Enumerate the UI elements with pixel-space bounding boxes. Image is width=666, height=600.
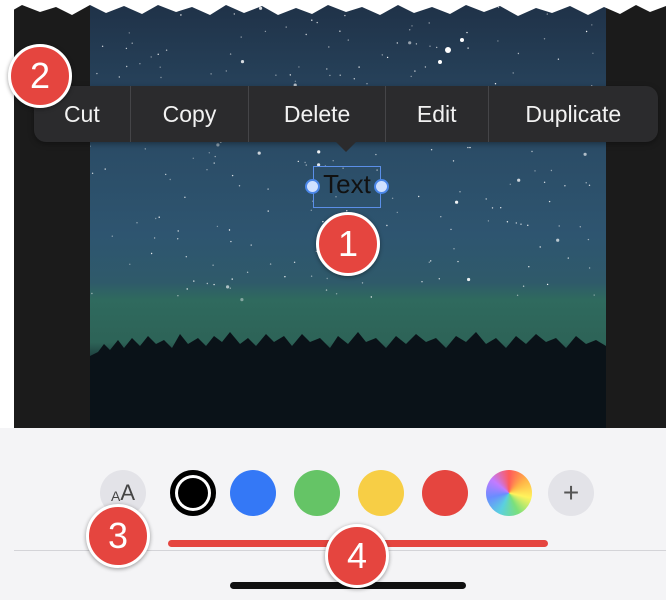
edit-button[interactable]: Edit [386, 86, 489, 142]
badge-1: 1 [316, 212, 380, 276]
callout-menu: Cut Copy Delete Edit Duplicate [34, 86, 658, 142]
color-picker-multicolor[interactable] [486, 470, 532, 516]
resize-handle-left[interactable] [305, 179, 320, 194]
color-swatch-blue[interactable] [230, 470, 276, 516]
color-swatch-yellow[interactable] [358, 470, 404, 516]
badge-2: 2 [8, 44, 72, 108]
copy-button[interactable]: Copy [131, 86, 250, 142]
badge-4: 4 [325, 524, 389, 588]
text-annotation-box[interactable]: Text [305, 166, 389, 208]
resize-handle-right[interactable] [374, 179, 389, 194]
torn-paper-edge [0, 0, 666, 16]
color-swatch-green[interactable] [294, 470, 340, 516]
callout-arrow [334, 140, 358, 152]
text-annotation-label: Text [323, 169, 371, 199]
plus-icon[interactable]: + [548, 470, 594, 516]
font-small-a: A [110, 488, 121, 504]
delete-button[interactable]: Delete [249, 86, 386, 142]
color-swatch-red[interactable] [422, 470, 468, 516]
color-swatch-black[interactable] [170, 470, 216, 516]
badge-3: 3 [86, 504, 150, 568]
duplicate-button[interactable]: Duplicate [489, 86, 658, 142]
font-large-a: A [120, 480, 136, 505]
